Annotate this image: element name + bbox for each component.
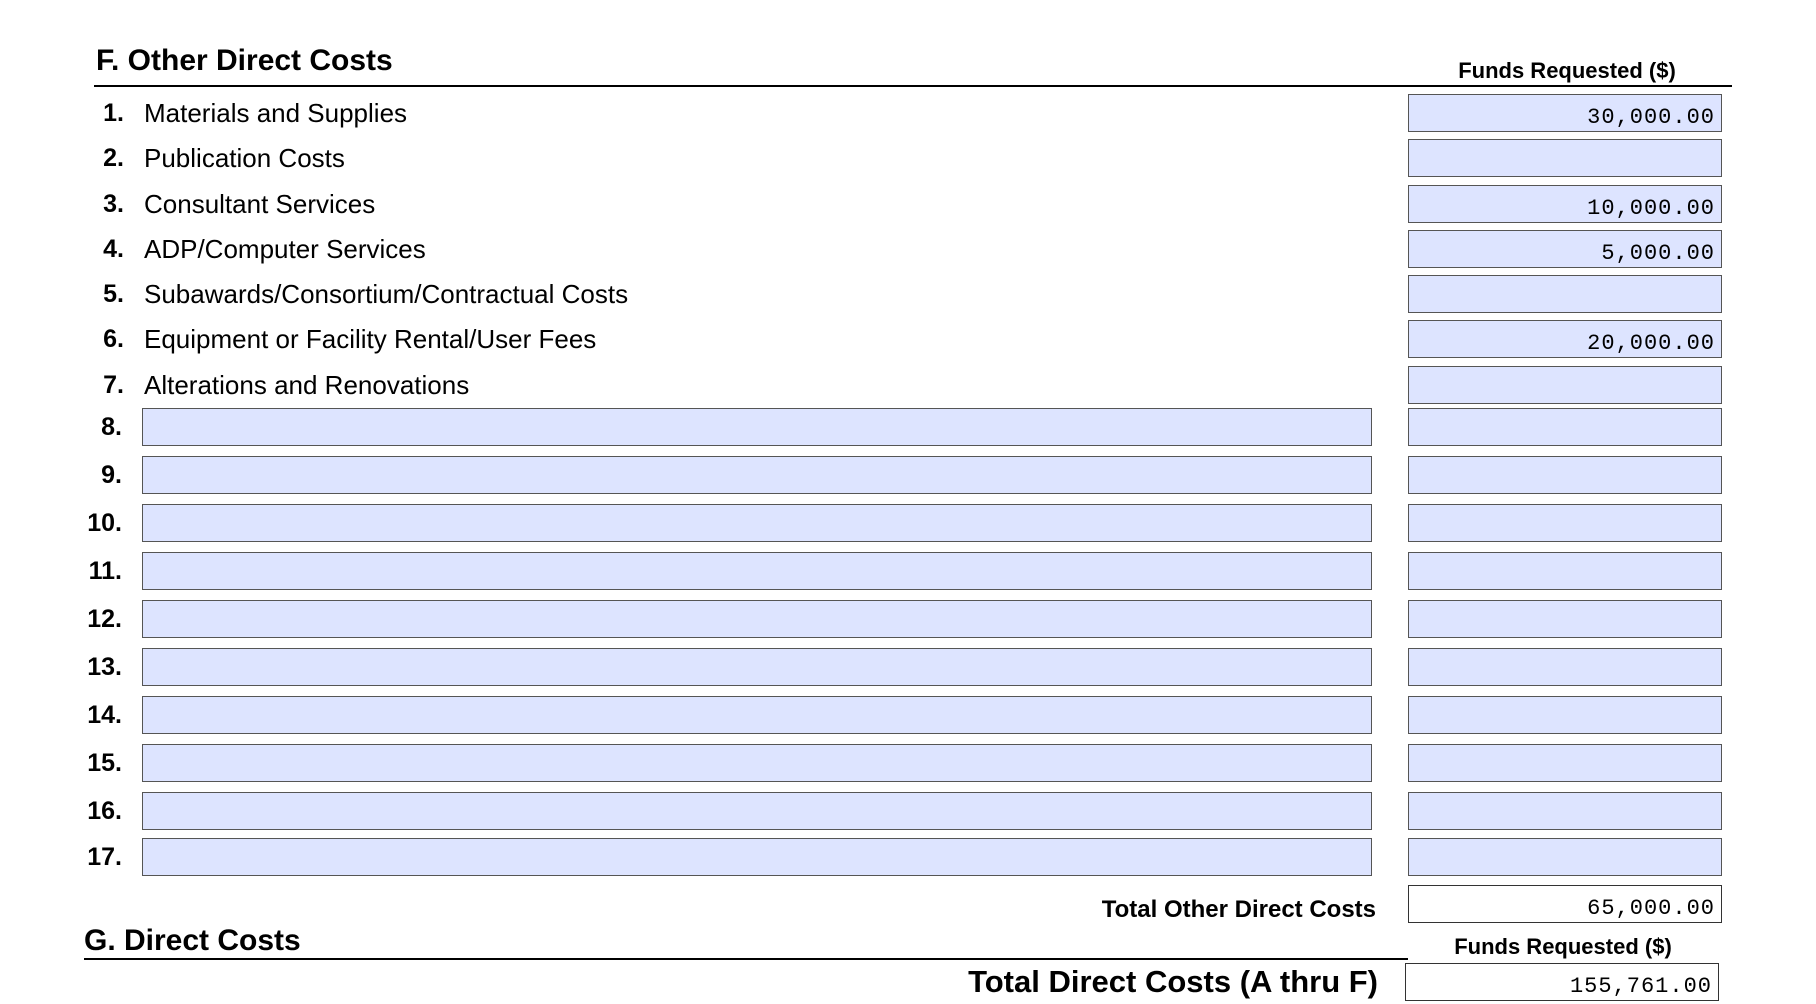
row-number: 17. [87, 843, 122, 871]
row-number: 1. [103, 99, 124, 127]
row-label: Alterations and Renovations [144, 370, 470, 400]
other-cost-description-field[interactable] [142, 838, 1372, 876]
row-number: 5. [103, 280, 124, 308]
row-number: 12. [87, 605, 122, 633]
total-other-direct-costs-field: 65,000.00 [1408, 885, 1722, 923]
funds-requested-field[interactable]: 20,000.00 [1408, 320, 1722, 358]
row-label: Equipment or Facility Rental/User Fees [144, 324, 597, 354]
section-f-title: F. Other Direct Costs [96, 44, 393, 77]
funds-requested-field[interactable] [1408, 408, 1722, 446]
funds-requested-field[interactable] [1408, 744, 1722, 782]
other-cost-description-field[interactable] [142, 744, 1372, 782]
row-label: ADP/Computer Services [144, 234, 426, 264]
row-number: 13. [87, 653, 122, 681]
funds-requested-field[interactable] [1408, 600, 1722, 638]
funds-requested-field[interactable] [1408, 139, 1722, 177]
funds-requested-field[interactable]: 10,000.00 [1408, 185, 1722, 223]
section-f-divider [94, 85, 1732, 87]
funds-requested-field[interactable] [1408, 275, 1722, 313]
funds-requested-field[interactable] [1408, 838, 1722, 876]
row-label: Materials and Supplies [144, 98, 408, 128]
other-cost-description-field[interactable] [142, 648, 1372, 686]
section-g-title: G. Direct Costs [84, 924, 301, 957]
row-number: 11. [88, 557, 122, 585]
total-direct-costs-field: 155,761.00 [1405, 963, 1719, 1001]
row-number: 10. [87, 509, 122, 537]
funds-requested-header-f: Funds Requested ($) [1458, 58, 1676, 83]
row-label: Publication Costs [144, 143, 345, 173]
other-cost-description-field[interactable] [142, 456, 1372, 494]
funds-requested-field[interactable] [1408, 504, 1722, 542]
other-cost-description-field[interactable] [142, 408, 1372, 446]
funds-requested-field[interactable] [1408, 648, 1722, 686]
other-cost-description-field[interactable] [142, 600, 1372, 638]
funds-requested-header-g: Funds Requested ($) [1454, 934, 1672, 959]
funds-requested-field[interactable] [1408, 696, 1722, 734]
total-direct-costs-label: Total Direct Costs (A thru F) [968, 964, 1378, 999]
funds-requested-field[interactable] [1408, 456, 1722, 494]
row-number: 6. [103, 325, 124, 353]
row-label: Subawards/Consortium/Contractual Costs [144, 279, 629, 309]
funds-requested-field[interactable] [1408, 366, 1722, 404]
other-cost-description-field[interactable] [142, 792, 1372, 830]
funds-requested-field[interactable] [1408, 552, 1722, 590]
total-other-direct-costs-label: Total Other Direct Costs [1101, 896, 1376, 923]
funds-requested-field[interactable] [1408, 792, 1722, 830]
row-label: Consultant Services [144, 189, 376, 219]
funds-requested-field[interactable]: 5,000.00 [1408, 230, 1722, 268]
row-number: 9. [101, 461, 122, 489]
row-number: 8. [101, 413, 122, 441]
row-number: 4. [103, 235, 124, 263]
row-number: 2. [103, 144, 124, 172]
row-number: 15. [87, 749, 122, 777]
row-number: 16. [87, 797, 122, 825]
row-number: 14. [87, 701, 122, 729]
other-cost-description-field[interactable] [142, 504, 1372, 542]
other-cost-description-field[interactable] [142, 552, 1372, 590]
section-g-divider [84, 958, 1408, 960]
row-number: 7. [103, 371, 124, 399]
funds-requested-field[interactable]: 30,000.00 [1408, 94, 1722, 132]
other-cost-description-field[interactable] [142, 696, 1372, 734]
row-number: 3. [103, 190, 124, 218]
